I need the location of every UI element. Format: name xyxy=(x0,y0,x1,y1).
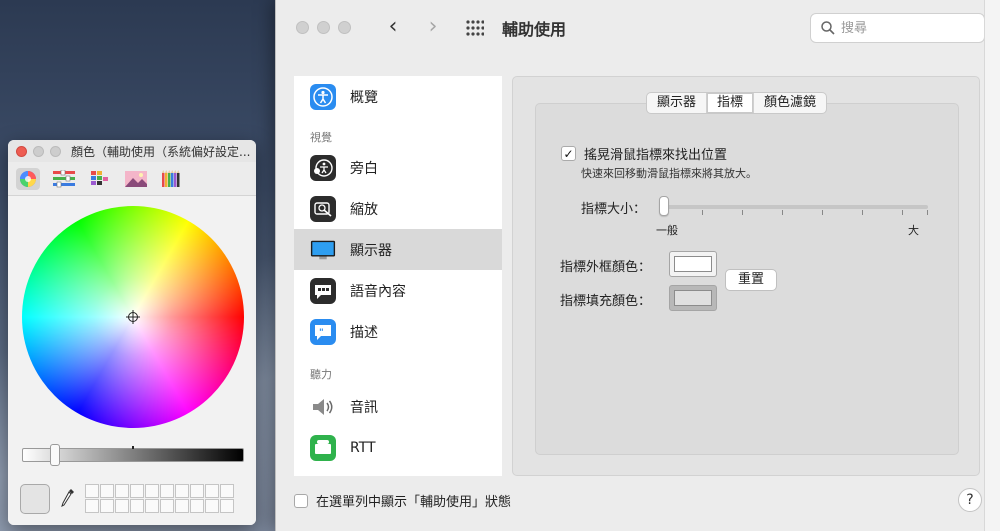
sidebar-item-overview[interactable]: 概覽 xyxy=(294,76,502,117)
size-max-label: 大 xyxy=(908,224,919,237)
window-toolbar: ‹ › 輔助使用 xyxy=(276,0,1000,56)
colors-toolbar xyxy=(8,162,256,196)
window-controls xyxy=(296,21,351,34)
search-input[interactable] xyxy=(841,20,971,36)
section-header-vision: 視覺 xyxy=(310,131,332,144)
display-icon xyxy=(310,237,336,263)
svg-text:": " xyxy=(319,328,324,338)
colors-panel: 顏色（輔助使用（系統偏好設定... xyxy=(8,140,256,525)
sidebar-item-zoom[interactable]: 縮放 xyxy=(294,188,502,229)
back-button[interactable]: ‹ xyxy=(381,14,405,42)
rtt-icon xyxy=(310,434,336,461)
sidebar-item-label: 語音內容 xyxy=(350,283,406,300)
menu-status-checkbox[interactable] xyxy=(294,493,308,508)
close-button[interactable] xyxy=(16,145,27,157)
search-field[interactable] xyxy=(810,13,985,43)
tab-bar: 顯示器 指標 顏色濾鏡 xyxy=(646,92,828,114)
colors-bottom-bar xyxy=(8,477,256,525)
slider-ticks xyxy=(662,210,928,215)
sidebar-item-audio[interactable]: 音訊 xyxy=(294,386,502,427)
colors-body xyxy=(8,196,256,525)
forward-button[interactable]: › xyxy=(421,14,445,42)
sidebar-item-label: 描述 xyxy=(350,324,378,341)
color-wheel-icon[interactable] xyxy=(16,167,40,190)
sidebar: 概覽 視覺 旁白 縮放 顯示器 語音內容 " 描述 聽力 音訊 RTT xyxy=(294,76,502,476)
sidebar-item-label: 概覽 xyxy=(350,89,378,106)
shake-to-locate-checkbox[interactable]: ✓ xyxy=(561,146,576,161)
outline-color-swatch xyxy=(674,256,712,272)
color-palettes-icon[interactable] xyxy=(88,168,112,190)
menu-status-label: 在選單列中顯示「輔助使用」狀態 xyxy=(316,495,512,510)
sidebar-item-label: 顯示器 xyxy=(350,242,392,259)
color-sliders-icon[interactable] xyxy=(52,168,76,190)
sidebar-item-display[interactable]: 顯示器 xyxy=(294,229,502,270)
crosshair-icon xyxy=(126,310,140,324)
sidebar-item-label: 旁白 xyxy=(350,160,378,177)
spoken-content-icon xyxy=(310,277,336,304)
help-button[interactable]: ? xyxy=(958,488,982,512)
window-title: 輔助使用 xyxy=(502,20,567,39)
sidebar-item-label: 音訊 xyxy=(350,399,378,416)
sidebar-item-label: 縮放 xyxy=(350,201,378,218)
current-color-swatch[interactable] xyxy=(20,484,50,514)
sidebar-item-voiceover[interactable]: 旁白 xyxy=(294,147,502,188)
colors-title: 顏色（輔助使用（系統偏好設定... xyxy=(71,144,251,159)
pointer-size-label: 指標大小： xyxy=(581,202,647,217)
tab-pointer[interactable]: 指標 xyxy=(707,93,755,113)
show-all-grid-icon[interactable] xyxy=(466,20,484,36)
voiceover-icon xyxy=(310,154,336,181)
sidebar-item-label: RTT xyxy=(350,439,376,456)
audio-icon xyxy=(310,394,336,420)
section-header-hearing: 聽力 xyxy=(310,368,332,381)
outline-color-well[interactable] xyxy=(669,251,717,277)
pencils-icon[interactable] xyxy=(160,168,184,190)
tab-color-filters[interactable]: 顏色濾鏡 xyxy=(754,93,826,113)
sidebar-item-spoken-content[interactable]: 語音內容 xyxy=(294,270,502,311)
accessibility-window: ‹ › 輔助使用 概覽 視覺 旁白 xyxy=(275,0,1000,531)
size-min-label: 一般 xyxy=(656,224,678,237)
reset-button[interactable]: 重置 xyxy=(725,269,777,291)
accessibility-overview-icon xyxy=(310,83,336,110)
zoom-button[interactable] xyxy=(50,145,61,157)
image-palettes-icon[interactable] xyxy=(124,168,148,190)
zoom-icon xyxy=(310,195,336,222)
eyedropper-icon[interactable] xyxy=(60,487,76,511)
custom-swatch-grid[interactable] xyxy=(85,484,234,513)
descriptions-icon: " xyxy=(310,318,336,345)
close-button[interactable] xyxy=(296,21,309,34)
pointer-size-knob[interactable] xyxy=(659,196,669,216)
fill-color-well[interactable] xyxy=(669,285,717,311)
zoom-button[interactable] xyxy=(338,21,351,34)
sidebar-item-descriptions[interactable]: " 描述 xyxy=(294,311,502,352)
shake-to-locate-label: 搖晃滑鼠指標來找出位置 xyxy=(584,148,728,163)
minimize-button[interactable] xyxy=(317,21,330,34)
tab-display[interactable]: 顯示器 xyxy=(647,93,708,113)
pointer-size-slider[interactable] xyxy=(662,205,928,209)
background-window-edge xyxy=(984,0,1000,531)
outline-color-label: 指標外框顏色： xyxy=(560,260,652,275)
fill-color-swatch xyxy=(674,290,712,306)
shake-hint: 快速來回移動滑鼠指標來將其放大。 xyxy=(581,167,757,180)
shake-to-locate-row: ✓ 搖晃滑鼠指標來找出位置 xyxy=(561,144,727,163)
minimize-button[interactable] xyxy=(33,145,44,157)
colors-titlebar: 顏色（輔助使用（系統偏好設定... xyxy=(8,140,256,162)
brightness-knob[interactable] xyxy=(50,444,60,466)
search-icon xyxy=(821,21,835,35)
main-pane: 顯示器 指標 顏色濾鏡 ✓ 搖晃滑鼠指標來找出位置 快速來回移動滑鼠指標來將其放… xyxy=(512,76,980,476)
sidebar-item-rtt[interactable]: RTT xyxy=(294,427,502,468)
menu-status-row: 在選單列中顯示「輔助使用」狀態 xyxy=(294,491,511,510)
slider-tick xyxy=(132,446,134,449)
fill-color-label: 指標填充顏色： xyxy=(560,294,652,309)
pointer-settings-box: ✓ 搖晃滑鼠指標來找出位置 快速來回移動滑鼠指標來將其放大。 指標大小： 一般 … xyxy=(535,103,959,455)
